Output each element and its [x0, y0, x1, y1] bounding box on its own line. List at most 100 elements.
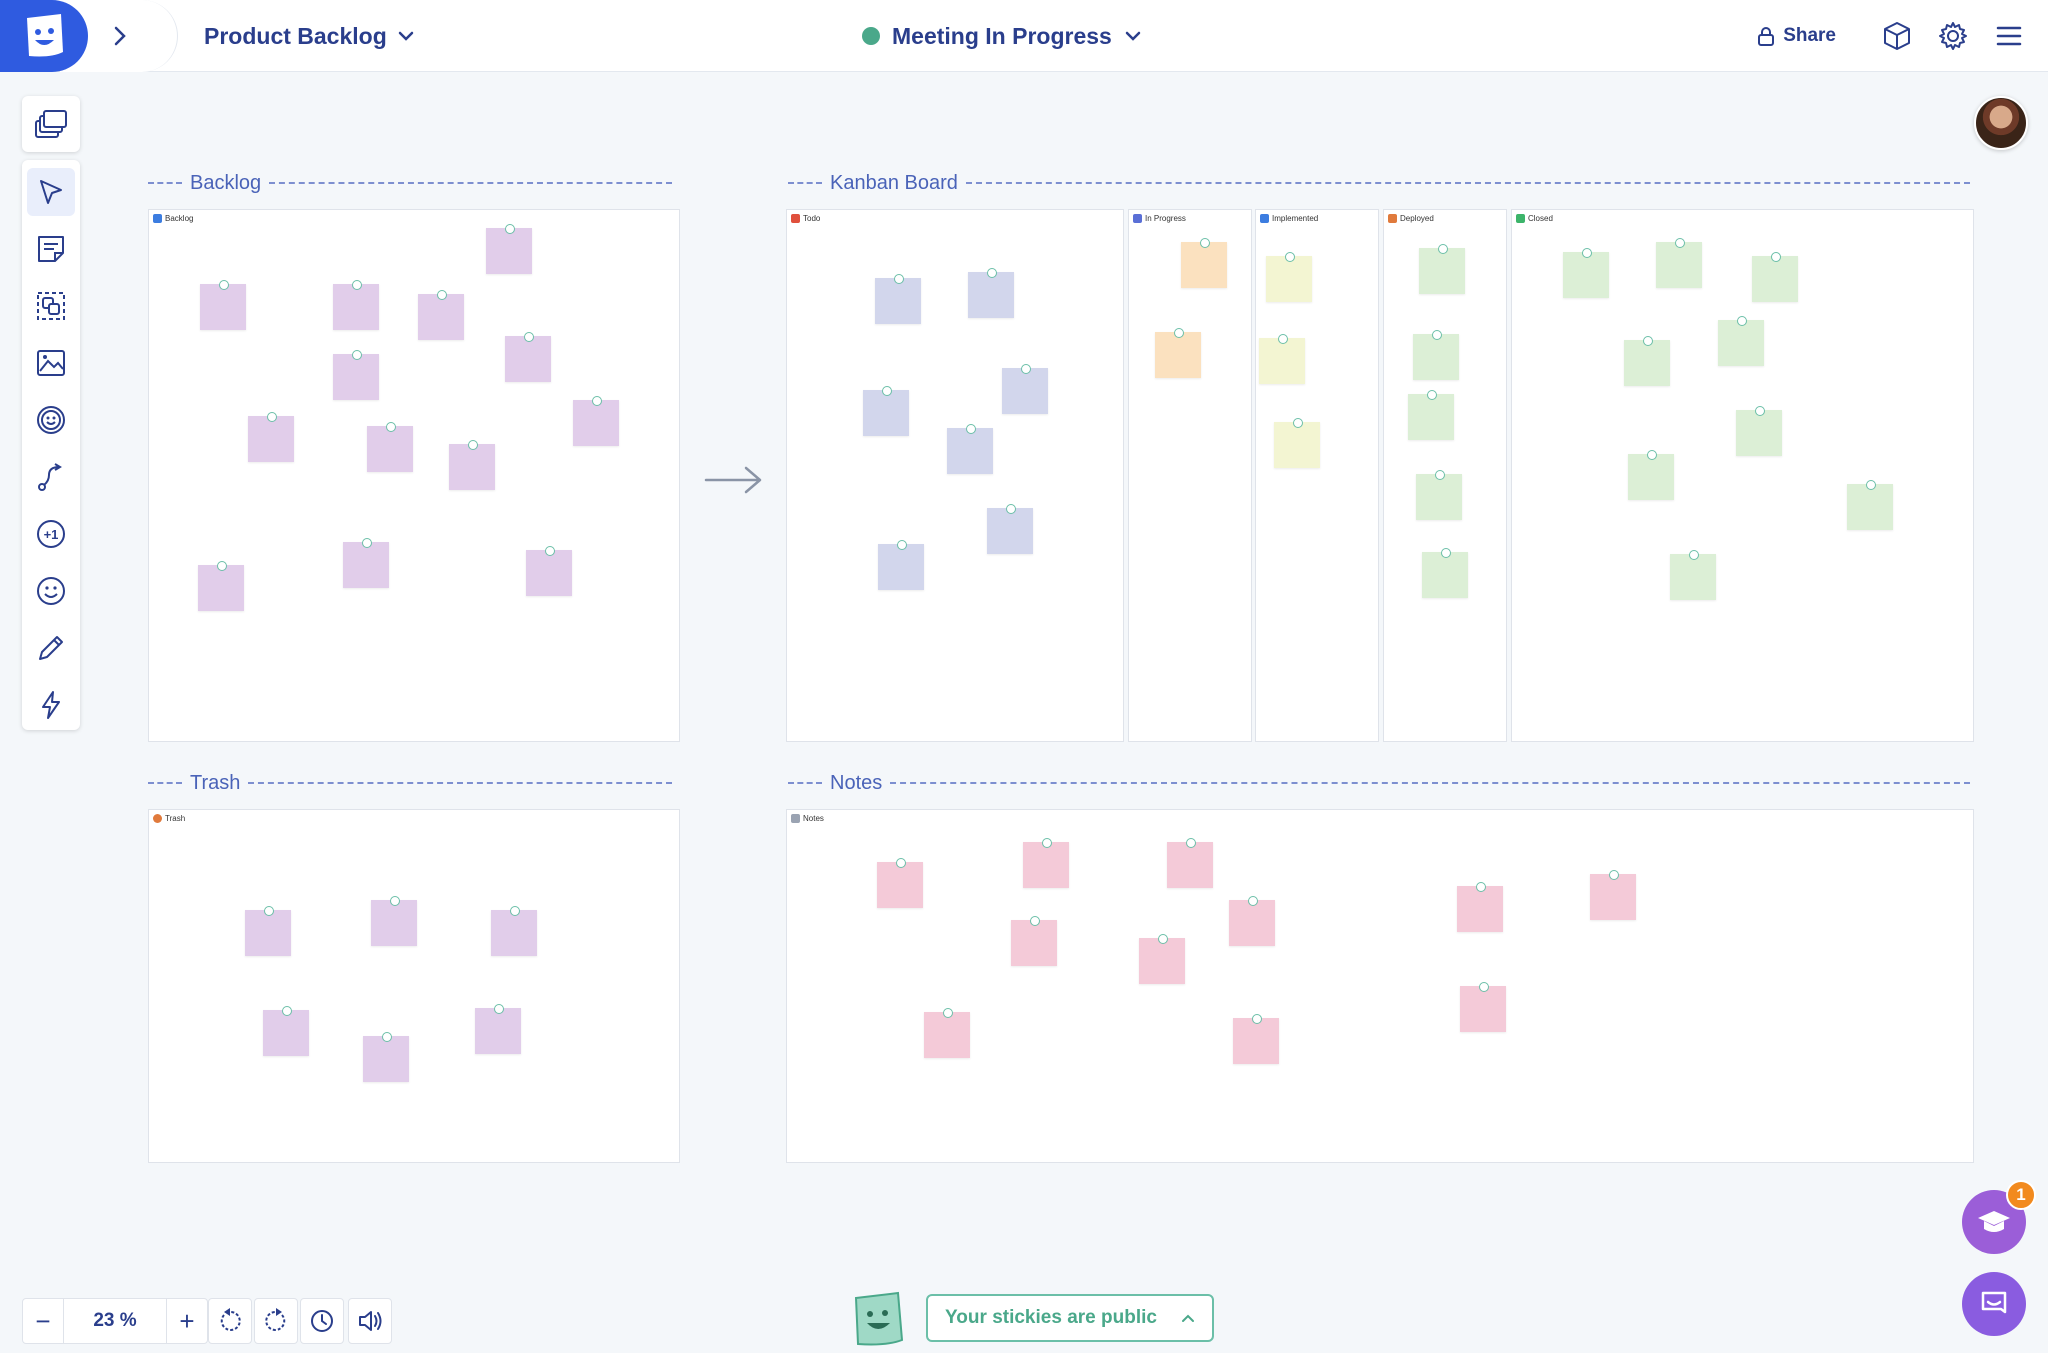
sticky-note[interactable]: [1266, 252, 1312, 302]
zoom-in-button[interactable]: +: [167, 1299, 207, 1343]
stickies-visibility-toggle[interactable]: Your stickies are public: [926, 1294, 1214, 1342]
3d-box-button[interactable]: [1880, 19, 1914, 53]
zoom-level[interactable]: 23 %: [63, 1299, 167, 1343]
sticky-note[interactable]: [418, 290, 464, 340]
sticky-note[interactable]: [1460, 982, 1506, 1032]
sticky-note[interactable]: [1624, 336, 1670, 386]
sticky-note[interactable]: [1233, 1014, 1279, 1064]
frame-tool[interactable]: [27, 282, 75, 330]
check-icon: [1516, 214, 1525, 223]
kanban-column-implemented[interactable]: Implemented: [1255, 209, 1379, 742]
kanban-column-deployed[interactable]: Deployed: [1383, 209, 1507, 742]
sticky-note[interactable]: [1628, 450, 1674, 500]
sticky-note[interactable]: [245, 906, 291, 956]
sticky-note[interactable]: [363, 1032, 409, 1082]
sticky-note-tool[interactable]: [27, 225, 75, 273]
sticky-note[interactable]: [1011, 916, 1057, 966]
sticky-note[interactable]: [367, 422, 413, 472]
templates-tool[interactable]: [22, 96, 80, 152]
sticky-note[interactable]: [987, 504, 1033, 554]
sticky-note[interactable]: [877, 858, 923, 908]
sound-button[interactable]: [348, 1298, 392, 1344]
sticky-note[interactable]: [1167, 838, 1213, 888]
pen-tool[interactable]: [27, 624, 75, 672]
sticky-note[interactable]: [475, 1004, 521, 1054]
share-button[interactable]: Share: [1757, 25, 1836, 47]
column-header: In Progress: [1133, 214, 1186, 223]
sticky-note[interactable]: [863, 386, 909, 436]
actions-tool[interactable]: [27, 681, 75, 729]
sticky-note[interactable]: [1847, 480, 1893, 530]
trash-icon: [153, 814, 162, 823]
vote-tool[interactable]: +1: [27, 510, 75, 558]
image-tool[interactable]: [27, 339, 75, 387]
sticky-note[interactable]: [526, 546, 572, 596]
sticky-note[interactable]: [200, 280, 246, 330]
sticky-note[interactable]: [371, 896, 417, 946]
sticky-note[interactable]: [263, 1006, 309, 1056]
sticky-note[interactable]: [924, 1008, 970, 1058]
sticky-note[interactable]: [333, 280, 379, 330]
notes-frame[interactable]: Notes: [786, 809, 1974, 1163]
reaction-tool[interactable]: [27, 567, 75, 615]
sticky-note[interactable]: [1656, 238, 1702, 288]
select-tool[interactable]: [27, 168, 75, 216]
sticky-note[interactable]: [1752, 252, 1798, 302]
sticky-note[interactable]: [1590, 870, 1636, 920]
expand-sidebar-button[interactable]: [100, 16, 140, 56]
logo-icon: [27, 14, 63, 57]
sticky-note[interactable]: [486, 224, 532, 274]
checkbox-icon: [1260, 214, 1269, 223]
kanban-column-closed[interactable]: Closed: [1511, 209, 1974, 742]
sticky-note[interactable]: [1139, 934, 1185, 984]
sticky-note[interactable]: [1408, 390, 1454, 440]
redo-button[interactable]: [254, 1298, 298, 1344]
sticky-note[interactable]: [1155, 328, 1201, 378]
trash-frame[interactable]: Trash: [148, 809, 680, 1163]
main-menu-button[interactable]: [1992, 19, 2026, 53]
avatar[interactable]: [1974, 96, 2028, 150]
undo-button[interactable]: [208, 1298, 252, 1344]
backlog-frame[interactable]: Backlog: [148, 209, 680, 742]
sticky-note[interactable]: [1457, 882, 1503, 932]
sticky-note[interactable]: [947, 424, 993, 474]
sticky-note[interactable]: [248, 412, 294, 462]
sticker-tool[interactable]: [27, 396, 75, 444]
chevron-down-icon: [398, 31, 414, 41]
sticky-note[interactable]: [1419, 244, 1465, 294]
sticky-note[interactable]: [1181, 238, 1227, 288]
sticky-note[interactable]: [198, 561, 244, 611]
sticky-note[interactable]: [491, 906, 537, 956]
sticky-note[interactable]: [1274, 418, 1320, 468]
section-label-notes: Notes: [788, 771, 1970, 795]
sticky-note[interactable]: [1736, 406, 1782, 456]
app-logo[interactable]: [0, 0, 88, 72]
kanban-column-todo[interactable]: Todo: [786, 209, 1124, 742]
sticky-note[interactable]: [1023, 838, 1069, 888]
sticky-note[interactable]: [333, 350, 379, 400]
sticky-note[interactable]: [449, 440, 495, 490]
sticky-note[interactable]: [343, 538, 389, 588]
sticky-note[interactable]: [878, 540, 924, 590]
sticky-note[interactable]: [1422, 548, 1468, 598]
history-button[interactable]: [300, 1298, 344, 1344]
sticky-note[interactable]: [505, 332, 551, 382]
sticky-note[interactable]: [1259, 334, 1305, 384]
settings-button[interactable]: [1936, 19, 1970, 53]
board-title-dropdown[interactable]: Product Backlog: [204, 20, 415, 52]
sticky-note[interactable]: [875, 274, 921, 324]
sticky-note[interactable]: [1229, 896, 1275, 946]
kanban-column-in-progress[interactable]: In Progress: [1128, 209, 1252, 742]
sticky-note[interactable]: [1413, 330, 1459, 380]
sticky-note[interactable]: [1416, 470, 1462, 520]
sticky-note[interactable]: [1718, 316, 1764, 366]
connector-tool[interactable]: [27, 453, 75, 501]
sticky-note[interactable]: [1670, 550, 1716, 600]
sticky-note[interactable]: [1002, 364, 1048, 414]
sticky-note[interactable]: [1563, 248, 1609, 298]
zoom-out-button[interactable]: −: [23, 1299, 63, 1343]
support-chat-button[interactable]: [1962, 1272, 2026, 1336]
sticky-note[interactable]: [573, 396, 619, 446]
meeting-status-dropdown[interactable]: Meeting In Progress: [862, 20, 1142, 52]
sticky-note[interactable]: [968, 268, 1014, 318]
